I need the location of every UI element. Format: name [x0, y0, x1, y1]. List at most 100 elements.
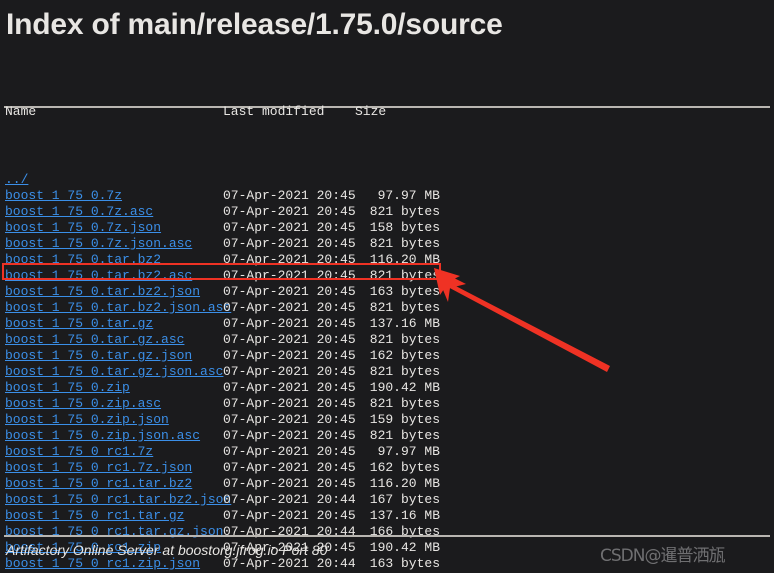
csdn-watermark: CSDN@暹普洒瓬 — [600, 546, 725, 566]
table-header-row: Name Last modified Size — [0, 104, 774, 120]
file-modified: 07-Apr-2021 20:44 — [223, 492, 356, 507]
file-link[interactable]: boost_1_75_0.tar.gz.json — [5, 348, 192, 364]
file-modified: 07-Apr-2021 20:45 — [223, 364, 356, 379]
file-link[interactable]: boost_1_75_0.7z — [5, 188, 122, 204]
table-row[interactable]: boost_1_75_0_rc1.tar.bz2.json 07-Apr-2021… — [0, 492, 774, 508]
file-link[interactable]: boost_1_75_0.zip.asc — [5, 396, 161, 412]
table-row[interactable]: boost_1_75_0.7z.asc 07-Apr-2021 20:45 821 … — [0, 204, 774, 220]
file-link[interactable]: boost_1_75_0.tar.bz2.asc — [5, 268, 192, 284]
file-size: 116.20 MB — [369, 252, 440, 267]
table-row[interactable]: boost_1_75_0.7z 07-Apr-2021 20:45 97.97 MB — [0, 188, 774, 204]
file-size: 163 bytes — [369, 556, 440, 571]
file-size: 137.16 MB — [369, 316, 440, 331]
parent-directory-row[interactable]: ../ — [0, 172, 774, 188]
file-size: 190.42 MB — [369, 540, 440, 555]
file-link[interactable]: boost_1_75_0.tar.bz2.json.asc — [5, 300, 231, 316]
file-size: 821 bytes — [369, 204, 440, 219]
file-link[interactable]: boost_1_75_0.tar.bz2 — [5, 252, 161, 268]
file-link[interactable]: boost_1_75_0.tar.bz2.json — [5, 284, 200, 300]
file-link[interactable]: boost_1_75_0.zip — [5, 380, 130, 396]
table-row[interactable]: boost_1_75_0.7z.json.asc 07-Apr-2021 20:4… — [0, 236, 774, 252]
table-row[interactable]: boost_1_75_0.zip.json 07-Apr-2021 20:45 15… — [0, 412, 774, 428]
file-size: 163 bytes — [369, 284, 440, 299]
table-row[interactable]: boost_1_75_0_rc1.tar.bz2 07-Apr-2021 20:4… — [0, 476, 774, 492]
file-size: 97.97 MB — [377, 188, 440, 203]
file-modified: 07-Apr-2021 20:45 — [223, 348, 356, 363]
column-header-size: Size — [355, 104, 387, 119]
file-link[interactable]: boost_1_75_0_rc1.tar.gz — [5, 508, 184, 524]
server-signature: Artifactory Online Server at boostorg.jf… — [6, 542, 328, 558]
file-modified: 07-Apr-2021 20:45 — [223, 396, 356, 411]
file-size: 137.16 MB — [369, 508, 440, 523]
file-size: 159 bytes — [369, 412, 440, 427]
table-row[interactable]: boost_1_75_0.tar.gz.json.asc 07-Apr-2021 … — [0, 364, 774, 380]
file-link[interactable]: boost_1_75_0_rc1.7z — [5, 444, 153, 460]
file-size: 821 bytes — [369, 268, 440, 283]
file-size: 167 bytes — [369, 492, 440, 507]
table-row[interactable]: boost_1_75_0.tar.gz.json 07-Apr-2021 20:4… — [0, 348, 774, 364]
file-link[interactable]: boost_1_75_0.tar.gz.asc — [5, 332, 184, 348]
file-link[interactable]: boost_1_75_0_rc1.tar.bz2.json — [5, 492, 231, 508]
file-size: 97.97 MB — [377, 444, 440, 459]
file-modified: 07-Apr-2021 20:45 — [223, 508, 356, 523]
file-link[interactable]: boost_1_75_0.7z.asc — [5, 204, 153, 220]
file-modified: 07-Apr-2021 20:45 — [223, 284, 356, 299]
file-size: 162 bytes — [369, 460, 440, 475]
file-link[interactable]: boost_1_75_0.7z.json.asc — [5, 236, 192, 252]
file-modified: 07-Apr-2021 20:45 — [223, 380, 356, 395]
table-row[interactable]: boost_1_75_0_rc1.7z 07-Apr-2021 20:45 97.9… — [0, 444, 774, 460]
file-link[interactable]: boost_1_75_0.tar.gz.json.asc — [5, 364, 223, 380]
table-row[interactable]: boost_1_75_0.zip.json.asc 07-Apr-2021 20:… — [0, 428, 774, 444]
file-size: 162 bytes — [369, 348, 440, 363]
footer-divider — [4, 535, 770, 537]
file-size: 821 bytes — [369, 396, 440, 411]
file-size: 821 bytes — [369, 332, 440, 347]
file-link[interactable]: boost_1_75_0.tar.gz — [5, 316, 153, 332]
table-row[interactable]: boost_1_75_0.tar.gz.asc 07-Apr-2021 20:45… — [0, 332, 774, 348]
directory-listing: Name Last modified Size ../boost_1_75_0.… — [0, 72, 774, 572]
column-header-last-modified: Last modified — [223, 104, 325, 119]
table-row[interactable]: boost_1_75_0_rc1.7z.json 07-Apr-2021 20:4… — [0, 460, 774, 476]
page-title: Index of main/release/1.75.0/source — [6, 8, 503, 41]
file-modified: 07-Apr-2021 20:45 — [223, 460, 356, 475]
file-modified: 07-Apr-2021 20:45 — [223, 268, 356, 283]
file-modified: 07-Apr-2021 20:45 — [223, 412, 356, 427]
file-modified: 07-Apr-2021 20:45 — [223, 252, 356, 267]
file-modified: 07-Apr-2021 20:45 — [223, 236, 356, 251]
file-size: 821 bytes — [369, 300, 440, 315]
table-row[interactable]: boost_1_75_0.tar.bz2.json.asc 07-Apr-2021… — [0, 300, 774, 316]
file-link[interactable]: boost_1_75_0.7z.json — [5, 220, 161, 236]
table-row[interactable]: boost_1_75_0.zip 07-Apr-2021 20:45 190.42 … — [0, 380, 774, 396]
file-size: 166 bytes — [369, 524, 440, 539]
parent-directory-link[interactable]: ../ — [5, 172, 28, 188]
column-header-name: Name — [5, 104, 37, 119]
file-size: 116.20 MB — [369, 476, 440, 491]
file-modified: 07-Apr-2021 20:45 — [223, 332, 356, 347]
file-modified: 07-Apr-2021 20:45 — [223, 300, 356, 315]
file-modified: 07-Apr-2021 20:45 — [223, 428, 356, 443]
file-size: 821 bytes — [369, 364, 440, 379]
table-row[interactable]: boost_1_75_0.tar.bz2 07-Apr-2021 20:45 116… — [0, 252, 774, 268]
file-link[interactable]: boost_1_75_0.zip.json — [5, 412, 169, 428]
file-size: 158 bytes — [369, 220, 440, 235]
file-link[interactable]: boost_1_75_0_rc1.zip.json — [5, 556, 200, 572]
table-row[interactable]: boost_1_75_0.tar.bz2.json 07-Apr-2021 20:… — [0, 284, 774, 300]
file-size: 821 bytes — [369, 428, 440, 443]
table-row[interactable]: boost_1_75_0.tar.bz2.asc 07-Apr-2021 20:4… — [0, 268, 774, 284]
file-modified: 07-Apr-2021 20:45 — [223, 204, 356, 219]
table-row[interactable]: boost_1_75_0_rc1.tar.gz.json 07-Apr-2021 … — [0, 524, 774, 540]
file-size: 190.42 MB — [369, 380, 440, 395]
file-link[interactable]: boost_1_75_0.zip.json.asc — [5, 428, 200, 444]
table-row[interactable]: boost_1_75_0.7z.json 07-Apr-2021 20:45 158… — [0, 220, 774, 236]
table-row[interactable]: boost_1_75_0.zip.asc 07-Apr-2021 20:45 821… — [0, 396, 774, 412]
file-modified: 07-Apr-2021 20:45 — [223, 188, 356, 203]
file-link[interactable]: boost_1_75_0_rc1.tar.bz2 — [5, 476, 192, 492]
file-link[interactable]: boost_1_75_0_rc1.7z.json — [5, 460, 192, 476]
file-size: 821 bytes — [369, 236, 440, 251]
file-modified: 07-Apr-2021 20:45 — [223, 220, 356, 235]
table-row[interactable]: boost_1_75_0.tar.gz 07-Apr-2021 20:45 137.… — [0, 316, 774, 332]
file-modified: 07-Apr-2021 20:44 — [223, 556, 356, 571]
file-modified: 07-Apr-2021 20:44 — [223, 524, 356, 539]
table-row[interactable]: boost_1_75_0_rc1.tar.gz 07-Apr-2021 20:45… — [0, 508, 774, 524]
file-link[interactable]: boost_1_75_0_rc1.tar.gz.json — [5, 524, 223, 540]
